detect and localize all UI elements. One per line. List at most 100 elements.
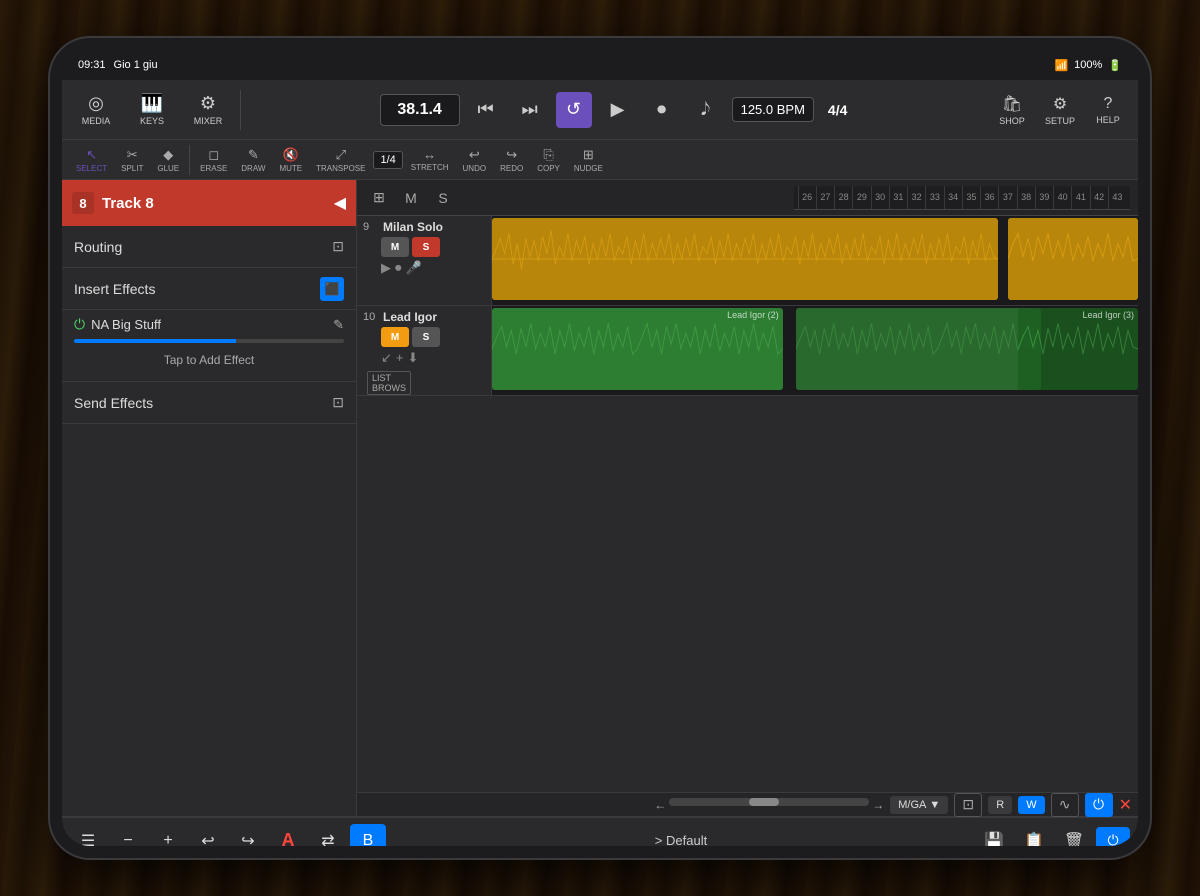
scroll-right-icon[interactable]: → [872,798,884,812]
plugin-a-btn[interactable]: A [270,824,306,847]
waveform-lead-1 [492,308,783,390]
erase-button[interactable]: ◻ ERASE [194,142,233,178]
tc-num-9: 9 [363,221,379,233]
mute-btn-9[interactable]: M [381,237,409,257]
waveform-lead-3 [1018,308,1138,390]
plugin-plus-btn[interactable]: + [150,824,186,847]
forward-button[interactable]: ⏭ [512,92,548,128]
plugin-delete-btn[interactable]: 🗑 [1056,824,1092,847]
track-ctrl-s[interactable]: S [429,185,457,211]
copy-label: COPY [537,164,560,173]
setup-label: SETUP [1045,116,1075,126]
track-ctrl-btn-1[interactable]: ⊞ [365,185,393,211]
plugin-toolbar: ☰ − + ↩ ↪ A ⇄ B > Default 💾 📋 🗑 ⏻ [62,818,1138,846]
send-effects-section[interactable]: Send Effects ⊡ [62,382,356,424]
glue-icon: ◆ [163,147,173,163]
plugin-power-btn[interactable]: ⏻ [1096,827,1130,847]
ruler-mark-37: 37 [998,186,1016,209]
mute-btn-10[interactable]: M [381,327,409,347]
second-toolbar: ↖ SELECT ✂ SPLIT ◆ GLUE ◻ ERASE ✎ DRAW 🔇 [62,140,1138,180]
plugin-minus-btn[interactable]: − [110,824,146,847]
plugin-redo-btn[interactable]: ↪ [230,824,266,847]
fraction-display[interactable]: 1/4 [373,151,402,169]
help-button[interactable]: ? HELP [1086,95,1130,125]
plugin-compare-btn[interactable]: ⇄ [310,824,346,847]
glue-button[interactable]: ◆ GLUE [151,142,185,178]
midi-ga-btn[interactable]: M/GA ▼ [890,796,948,814]
split-button[interactable]: ✂ SPLIT [115,142,149,178]
time-sig-display[interactable]: 4/4 [822,98,853,122]
redo-button[interactable]: ↪ REDO [494,142,529,178]
metronome-button[interactable]: 𝅘𝅥𝅮 [688,92,724,128]
list-brows-btn[interactable]: LISTBROWS [367,371,411,395]
select-button[interactable]: ↖ SELECT [70,142,113,178]
effect-edit-icon[interactable]: ✎ [333,317,344,333]
add-icon-10[interactable]: + [396,350,404,366]
loop-button[interactable]: ↺ [556,92,592,128]
shop-button[interactable]: 🛍 SHOP [990,94,1034,126]
rewind-button[interactable]: ⏮ [468,92,504,128]
close-tracks-btn[interactable]: ✕ [1119,795,1132,815]
w-btn[interactable]: W [1018,796,1044,814]
track-ctrl-m[interactable]: M [397,185,425,211]
tc-num-10: 10 [363,311,379,323]
keys-button[interactable]: 🎹 KEYS [126,84,178,136]
region-lead-igor-1[interactable]: Lead Igor (2) [492,308,783,390]
plugin-saveas-btn[interactable]: 📋 [1016,824,1052,847]
media-button[interactable]: ◎ MEDIA [70,84,122,136]
effect-power-icon[interactable]: ⏻ [74,316,85,333]
tc-name-9: Milan Solo [383,220,485,234]
ruler-mark-36: 36 [980,186,998,209]
mute-button[interactable]: 🔇 MUTE [273,142,308,178]
scroll-left-icon[interactable]: ← [654,798,666,812]
plugin-undo-btn[interactable]: ↩ [190,824,226,847]
bpm-display[interactable]: 125.0 BPM [732,97,814,122]
play-icon-9[interactable]: ▶ [381,260,391,276]
play-button[interactable]: ▶ [600,92,636,128]
track-header[interactable]: 8 Track 8 ◀ [62,180,356,226]
setup-button[interactable]: ⚙ SETUP [1038,94,1082,126]
copy-button[interactable]: ⎘ COPY [531,142,566,178]
track-expand-arrow[interactable]: ◀ [334,193,346,213]
split-icon: ✂ [127,147,138,163]
position-display[interactable]: 38.1.4 [380,94,460,126]
transpose-button[interactable]: ⤢ TRANSPOSE [310,142,371,178]
power-track-btn[interactable]: ⏻ [1085,793,1113,817]
curve-btn[interactable]: ∿ [1051,793,1079,817]
record-icon-9[interactable]: ⏺ [395,260,402,276]
stretch-button[interactable]: ↔ STRETCH [405,142,455,178]
plugin-menu-btn[interactable]: ☰ [70,824,106,847]
loop-region-btn[interactable]: ⊡ [954,793,982,817]
dupl-icon-10[interactable]: ⬇ [408,350,419,366]
region-lead-igor-3[interactable]: Lead Igor (3) [1018,308,1138,390]
track-name: Track 8 [102,195,326,212]
tap-add-effect[interactable]: Tap to Add Effect [74,345,344,375]
mic-icon-9[interactable]: 🎤 [406,260,422,276]
effect-slider[interactable] [74,339,344,343]
solo-btn-10[interactable]: S [412,327,440,347]
mixer-button[interactable]: ⚙ MIXER [182,84,234,136]
undo-button[interactable]: ↩ UNDO [457,142,493,178]
routing-section[interactable]: Routing ⊡ [62,226,356,268]
tc-top-10: 10 Lead Igor [363,310,485,324]
ruler-mark-43: 43 [1108,186,1126,209]
track-content-10[interactable]: Lead Igor (2) [492,306,1138,395]
insert-effects-toggle[interactable]: ⬛ [320,277,344,301]
ruler-mark-38: 38 [1017,186,1035,209]
divider-2 [189,145,190,175]
track-content-9[interactable] [492,216,1138,305]
draw-button[interactable]: ✎ DRAW [235,142,271,178]
record-button[interactable]: ⏺ [644,92,680,128]
insert-effects-section[interactable]: Insert Effects ⬛ [62,268,356,310]
plugin-save-btn[interactable]: 💾 [976,824,1012,847]
scroll-handle[interactable] [669,798,869,806]
r-btn[interactable]: R [988,796,1012,814]
zoom-icon-10[interactable]: ↙ [381,350,392,366]
nudge-button[interactable]: ⊞ NUDGE [568,142,609,178]
solo-btn-9[interactable]: S [412,237,440,257]
region-lead-igor-2[interactable] [796,308,1041,390]
plugin-b-btn[interactable]: B [350,824,386,847]
region-milan-solo-2[interactable] [1008,218,1138,300]
region-milan-solo[interactable] [492,218,998,300]
erase-label: ERASE [200,164,227,173]
